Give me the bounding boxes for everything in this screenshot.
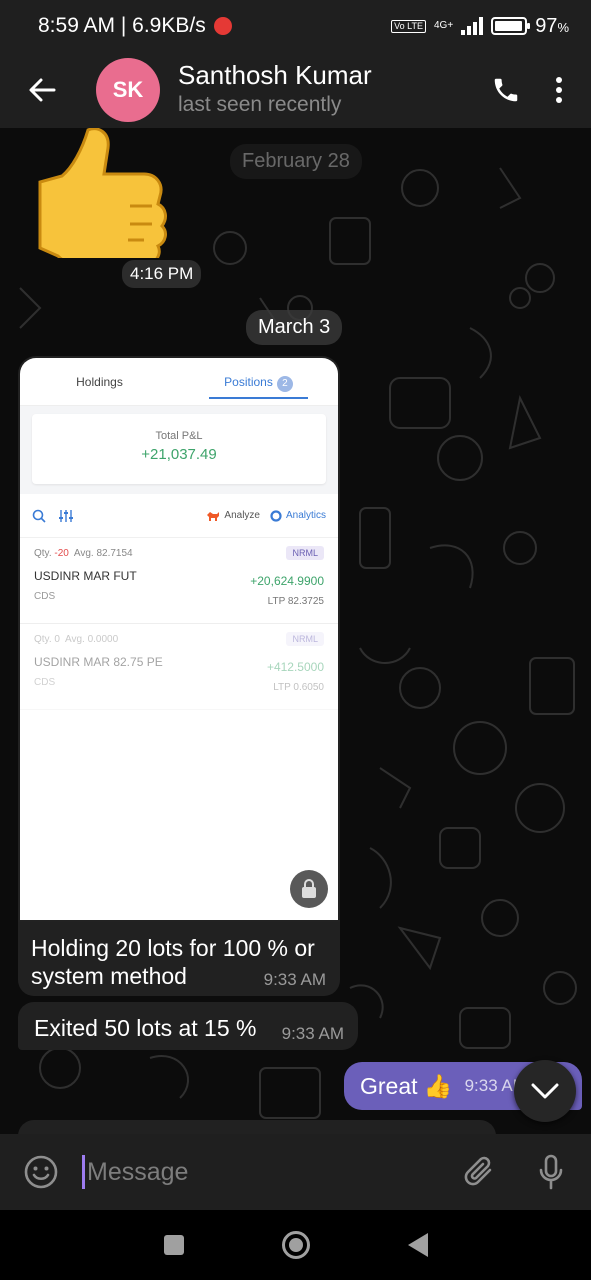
position-pnl: +20,624.9900 [250, 574, 324, 588]
message-text: Great 👍 [360, 1072, 453, 1099]
chat-area[interactable]: February 28 4:16 PM March 3 Holdings Pos… [0, 128, 591, 1134]
date-separator: February 28 [230, 144, 362, 179]
tab-positions: Positions 2 [179, 358, 338, 405]
message-input[interactable] [82, 1155, 443, 1189]
voice-message-button[interactable] [515, 1134, 587, 1210]
sticker-timestamp: 4:16 PM [122, 260, 202, 288]
more-vertical-icon[interactable] [555, 76, 563, 104]
message-time: 9:33 AM [263, 970, 326, 989]
back-button[interactable] [0, 52, 84, 128]
contact-info[interactable]: Santhosh Kumar last seen recently [178, 60, 372, 120]
positions-count-badge: 2 [276, 376, 293, 392]
thumbs-up-icon [38, 128, 167, 266]
emoji-button[interactable] [0, 1134, 82, 1210]
volte-indicator: Vo LTE [391, 19, 426, 33]
product-tag: NRML [286, 546, 324, 560]
photo-message[interactable]: Holdings Positions 2 Total P&L +21,037.49… [18, 356, 340, 922]
battery-icon [491, 17, 531, 35]
back-nav-button[interactable] [407, 1232, 429, 1258]
broker-positions-screenshot[interactable]: Holdings Positions 2 Total P&L +21,037.49… [20, 358, 338, 920]
chat-header: SK Santhosh Kumar last seen recently [0, 52, 591, 128]
message-text-line: Holding 20 lots for 100 % or [31, 935, 315, 961]
battery-percent: 97% [535, 14, 569, 37]
message-composer [0, 1134, 591, 1210]
screenshot-tabs: Holdings Positions 2 [20, 358, 338, 406]
status-time-speed: 8:59 AM | 6.9KB/s [38, 14, 206, 37]
signal-icon [461, 17, 484, 35]
message-text: Exited 50 lots at 15 % [34, 1015, 257, 1041]
screen-record-icon [213, 17, 232, 35]
analytics-icon [270, 509, 282, 522]
incoming-message[interactable]: Holding 20 lots for 100 % or system meth… [18, 922, 340, 996]
bull-icon [207, 511, 220, 521]
system-navigation-bar [0, 1210, 591, 1280]
screenshot-toolbar: Analyze Analytics [20, 494, 338, 538]
total-pnl-label: Total P&L [155, 430, 203, 442]
avatar[interactable]: SK [96, 58, 160, 122]
date-separator-march: March 3 [246, 310, 343, 345]
paperclip-icon [464, 1156, 492, 1186]
phone-icon[interactable] [491, 75, 521, 105]
attach-button[interactable] [443, 1134, 515, 1210]
microphone-icon [539, 1154, 563, 1190]
emoji-icon [24, 1155, 58, 1189]
message-time: 9:33 AM [281, 1024, 344, 1043]
filter-sliders-icon [59, 509, 73, 522]
contact-name: Santhosh Kumar [178, 60, 372, 90]
analyze-link: Analyze [206, 510, 260, 521]
position-row: Qty. 0 Avg. 0.0000 NRML USDINR MAR 82.75… [20, 624, 338, 710]
product-tag: NRML [286, 632, 324, 646]
message-text-line: system method [31, 963, 187, 989]
tab-holdings: Holdings [76, 375, 123, 389]
total-pnl-card: Total P&L +21,037.49 [32, 414, 326, 484]
status-bar: 8:59 AM | 6.9KB/s Vo LTE 4G+ 97% [0, 0, 591, 52]
analytics-link: Analytics [270, 509, 326, 522]
lock-icon [302, 879, 316, 898]
ltp-value: LTP 0.6050 [273, 682, 324, 693]
thumbs-up-sticker[interactable] [30, 128, 190, 266]
position-pnl: +412.5000 [266, 660, 324, 674]
position-row: Qty. -20 Avg. 82.7154 NRML USDINR MAR FU… [20, 538, 338, 624]
media-lock-button[interactable] [290, 870, 328, 908]
scroll-down-button[interactable] [514, 1060, 576, 1122]
ltp-value: LTP 82.3725 [267, 596, 324, 607]
back-arrow-icon [29, 78, 56, 102]
total-pnl-value: +21,037.49 [141, 446, 217, 463]
last-seen-status: last seen recently [178, 93, 342, 116]
chevron-down-icon [531, 1083, 559, 1099]
search-icon [32, 509, 46, 523]
recents-button[interactable] [163, 1234, 185, 1256]
home-button[interactable] [281, 1230, 311, 1260]
network-type: 4G+ [434, 20, 454, 31]
incoming-message[interactable]: Exited 50 lots at 15 % 9:33 AM [18, 1002, 358, 1050]
incoming-message-partial[interactable] [18, 1120, 496, 1134]
